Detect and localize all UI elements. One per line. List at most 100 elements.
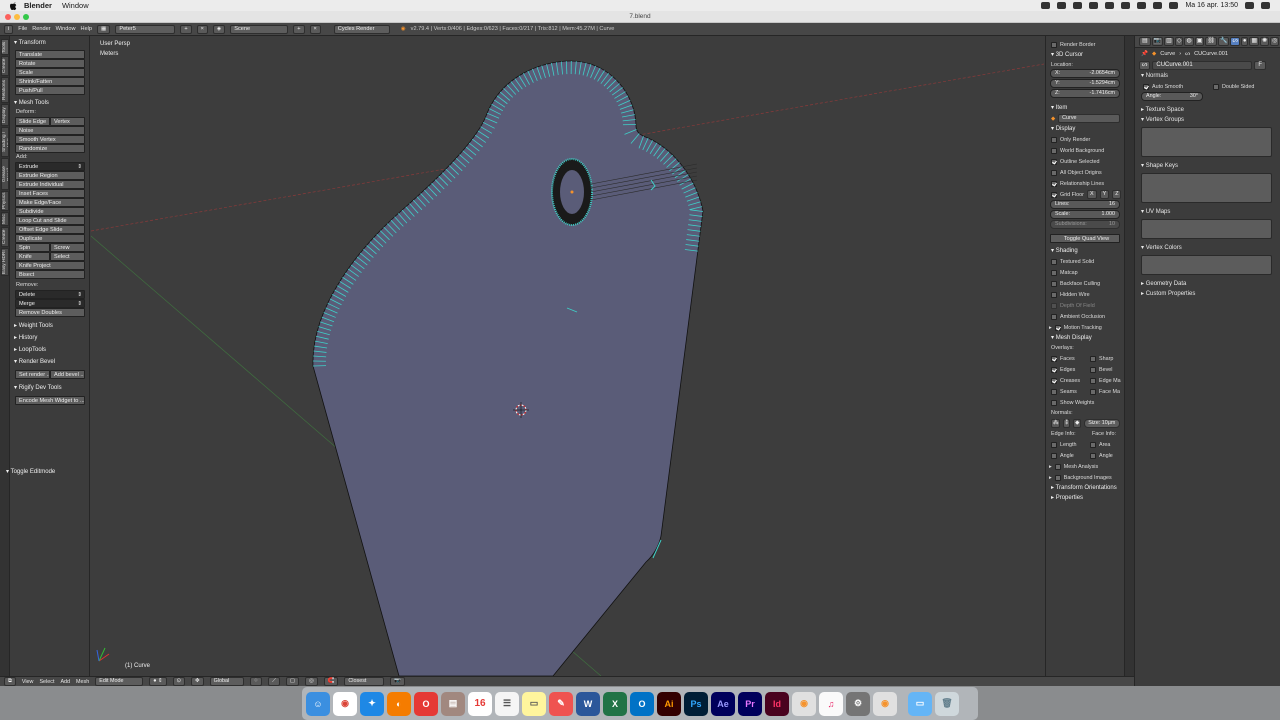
bevel-overlay-checkbox[interactable] bbox=[1090, 366, 1096, 373]
face-select-mode[interactable]: ▢ bbox=[285, 677, 299, 686]
screen-layout-icon[interactable]: ▦ bbox=[97, 24, 111, 34]
double-sided-checkbox[interactable] bbox=[1213, 83, 1219, 90]
battery-icon[interactable] bbox=[1153, 2, 1163, 9]
menu-add[interactable]: Add bbox=[60, 679, 70, 685]
face-area-checkbox[interactable] bbox=[1090, 441, 1096, 448]
scene-icon[interactable]: ◈ bbox=[212, 24, 226, 34]
remove-scene-button[interactable]: × bbox=[309, 24, 321, 34]
grid-lines-field[interactable]: Lines: 16 bbox=[1050, 200, 1120, 209]
vertex-groups-panel-header[interactable]: ▾ Vertex Groups bbox=[1135, 115, 1280, 125]
after-effects-icon[interactable]: Ae bbox=[711, 691, 735, 716]
delete-dropdown[interactable]: Delete ⇕ bbox=[15, 290, 85, 299]
transform-panel-header[interactable]: ▾ Transform bbox=[10, 38, 89, 48]
fake-user-button[interactable]: F bbox=[1254, 60, 1267, 70]
edge-marks-overlay-checkbox[interactable] bbox=[1090, 377, 1096, 384]
blender-2-icon[interactable]: ◉ bbox=[873, 691, 897, 716]
set-render-button[interactable]: Set render ... bbox=[15, 370, 50, 379]
dropbox-icon[interactable] bbox=[1041, 2, 1051, 9]
modifiers-tab-icon[interactable]: 🔧 bbox=[1218, 37, 1230, 46]
noise-button[interactable]: Noise bbox=[15, 126, 85, 135]
region-divider[interactable] bbox=[1124, 36, 1134, 676]
randomize-button[interactable]: Randomize bbox=[15, 144, 85, 153]
knife-project-button[interactable]: Knife Project bbox=[15, 261, 85, 270]
opera-icon[interactable]: O bbox=[414, 691, 438, 716]
toggle-quad-view-button[interactable]: Toggle Quad View bbox=[1050, 234, 1120, 243]
outlook-icon[interactable]: O bbox=[630, 691, 654, 716]
flag-icon[interactable] bbox=[1169, 2, 1179, 9]
indesign-icon[interactable]: Id bbox=[765, 691, 789, 716]
shading-panel-header[interactable]: ▾ Shading bbox=[1046, 246, 1124, 256]
cursor-y-field[interactable]: Y: -1.5294cm bbox=[1050, 79, 1120, 88]
render-bevel-panel-header[interactable]: ▾ Render Bevel bbox=[10, 357, 89, 367]
render-tab-icon[interactable]: 📷 bbox=[1151, 37, 1164, 46]
shape-keys-list[interactable] bbox=[1141, 173, 1272, 203]
snap-toggle[interactable]: 🧲 bbox=[323, 677, 339, 686]
minimize-window-button[interactable] bbox=[14, 14, 20, 20]
mesh-display-panel-header[interactable]: ▾ Mesh Display bbox=[1046, 333, 1124, 343]
scale-button[interactable]: Scale bbox=[15, 68, 85, 77]
encode-mesh-widget-button[interactable]: Encode Mesh Widget to ... bbox=[15, 396, 85, 405]
proportional-edit-dropdown[interactable]: ◎ bbox=[304, 677, 318, 686]
finder-icon[interactable]: ☺ bbox=[306, 691, 330, 716]
vertex-normals-toggle[interactable]: ⁂ bbox=[1051, 419, 1061, 428]
slide-vertex-button[interactable]: Vertex bbox=[50, 117, 85, 126]
tab-create[interactable]: Create bbox=[1, 56, 9, 76]
background-images-expand[interactable]: ▸ bbox=[1049, 475, 1052, 481]
menu-mesh[interactable]: Mesh bbox=[76, 679, 89, 685]
shrink-fatten-button[interactable]: Shrink/Fatten bbox=[15, 77, 85, 86]
extrude-dropdown[interactable]: Extrude ⇕ bbox=[15, 162, 85, 171]
browse-data-icon[interactable]: ᔕ bbox=[1139, 60, 1151, 70]
3d-cursor-panel-header[interactable]: ▾ 3D Cursor bbox=[1046, 50, 1124, 60]
edges-overlay-checkbox[interactable] bbox=[1051, 366, 1057, 373]
firefox-icon[interactable]: ◐ bbox=[387, 691, 411, 716]
render-engine-dropdown[interactable]: Cycles Render bbox=[333, 24, 390, 34]
properties-panel-header[interactable]: ▸ Properties bbox=[1046, 493, 1124, 503]
item-panel-header[interactable]: ▾ Item bbox=[1046, 103, 1124, 113]
outline-selected-checkbox[interactable] bbox=[1051, 158, 1057, 165]
add-scene-button[interactable]: + bbox=[293, 24, 305, 34]
normals-panel-header[interactable]: ▾ Normals bbox=[1135, 71, 1280, 81]
tab-misc[interactable]: Misc bbox=[1, 212, 9, 226]
history-panel-header[interactable]: ▸ History bbox=[10, 333, 89, 343]
bisect-button[interactable]: Bisect bbox=[15, 270, 85, 279]
add-screen-button[interactable]: + bbox=[180, 24, 192, 34]
world-background-checkbox[interactable] bbox=[1051, 147, 1057, 154]
edge-length-checkbox[interactable] bbox=[1051, 441, 1057, 448]
all-object-origins-checkbox[interactable] bbox=[1051, 169, 1057, 176]
clock[interactable]: Ma 16 apr. 13:50 bbox=[1185, 2, 1238, 9]
remove-screen-button[interactable]: × bbox=[196, 24, 208, 34]
tab-display[interactable]: Display bbox=[1, 104, 9, 126]
mode-dropdown[interactable]: Edit Mode bbox=[95, 677, 144, 686]
screw-button[interactable]: Screw bbox=[50, 243, 85, 252]
add-bevel-button[interactable]: Add bevel ... bbox=[50, 370, 85, 379]
creases-overlay-checkbox[interactable] bbox=[1051, 377, 1057, 384]
textured-solid-checkbox[interactable] bbox=[1051, 258, 1057, 265]
illustrator-icon[interactable]: Ai bbox=[657, 691, 681, 716]
menu-window[interactable]: Window bbox=[62, 1, 89, 10]
data-name-field[interactable]: CUCurve.001 bbox=[1152, 60, 1253, 70]
uv-maps-panel-header[interactable]: ▾ UV Maps bbox=[1135, 207, 1280, 217]
word-icon[interactable]: W bbox=[576, 691, 600, 716]
tab-tools[interactable]: Tools bbox=[1, 39, 9, 55]
editor-type-icon[interactable]: i bbox=[4, 24, 14, 34]
motion-tracking-expand[interactable]: ▸ bbox=[1049, 325, 1052, 331]
constraints-tab-icon[interactable]: ⛓ bbox=[1205, 37, 1217, 46]
archive-icon[interactable]: ▤ bbox=[441, 691, 465, 716]
menu-window[interactable]: Window bbox=[56, 26, 76, 32]
wifi-icon[interactable] bbox=[1121, 2, 1131, 9]
loop-cut-slide-button[interactable]: Loop Cut and Slide bbox=[15, 216, 85, 225]
particles-tab-icon[interactable]: ✺ bbox=[1260, 37, 1270, 46]
display-panel-header[interactable]: ▾ Display bbox=[1046, 124, 1124, 134]
chrome-icon[interactable]: ◉ bbox=[333, 691, 357, 716]
system-preferences-icon[interactable]: ⚙ bbox=[846, 691, 870, 716]
render-preview-icon[interactable]: 📷 bbox=[390, 677, 406, 686]
item-name-field[interactable]: Curve bbox=[1058, 114, 1120, 123]
depth-of-field-checkbox[interactable] bbox=[1051, 302, 1057, 309]
render-layers-tab-icon[interactable]: ▥ bbox=[1164, 37, 1174, 46]
world-tab-icon[interactable]: ◍ bbox=[1184, 37, 1194, 46]
face-normals-toggle[interactable]: ◆ bbox=[1073, 419, 1082, 428]
vertex-select-mode[interactable]: ⁘ bbox=[249, 677, 263, 686]
excel-icon[interactable]: X bbox=[603, 691, 627, 716]
tab-physics[interactable]: Physics bbox=[1, 191, 9, 211]
close-window-button[interactable] bbox=[5, 14, 11, 20]
